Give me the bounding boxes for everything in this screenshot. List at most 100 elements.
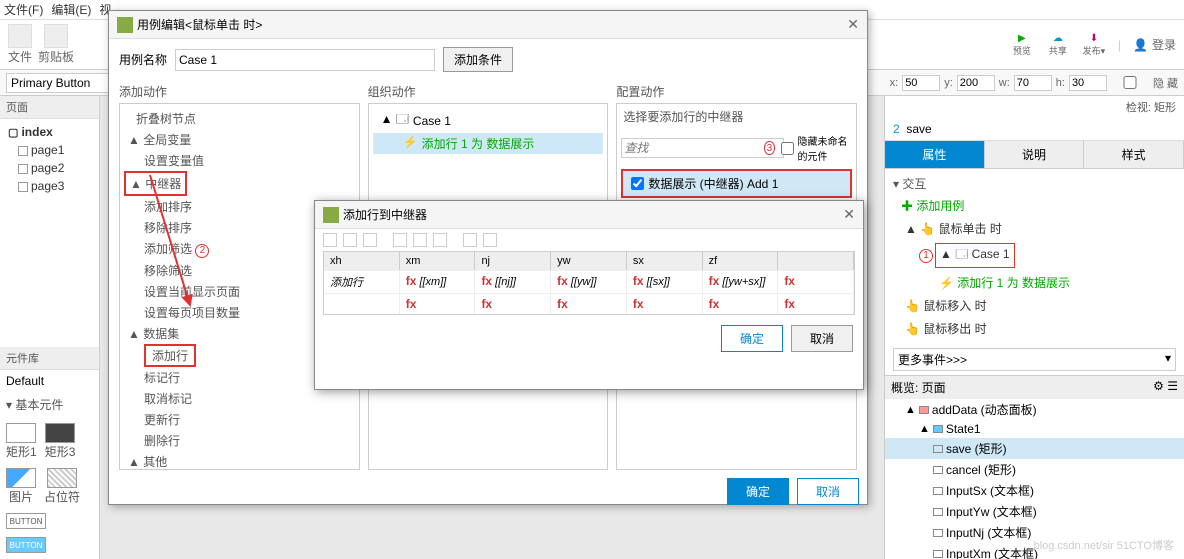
lib-header: 元件库	[0, 347, 99, 370]
page-3[interactable]: page3	[4, 177, 95, 195]
act-updrow[interactable]: 更新行	[124, 409, 355, 430]
cell-0-2[interactable]: fx [[nj]]	[475, 270, 551, 293]
grp-global[interactable]: ▲ 全局变量	[124, 129, 355, 150]
tab-notes[interactable]: 说明	[985, 141, 1085, 168]
cell-1-5[interactable]: fx	[703, 293, 779, 314]
inspector-label: 检视: 矩形	[885, 96, 1184, 118]
tb-clipboard[interactable]: 剪贴板	[38, 24, 74, 65]
event-mouseout[interactable]: 👆 鼠标移出 时	[893, 317, 1176, 340]
annotation-3: 3	[764, 141, 774, 155]
shape-button2[interactable]: BUTTON	[6, 537, 46, 553]
more-events[interactable]: 更多事件>>>▾	[893, 348, 1176, 371]
cell-0-4[interactable]: fx [[sx]]	[627, 270, 703, 293]
dialog-title: 用例编辑<鼠标单击 时>	[137, 16, 262, 33]
y-input[interactable]	[957, 75, 995, 91]
act-setvar[interactable]: 设置变量值	[124, 150, 355, 171]
dlg2-ok-button[interactable]: 确定	[721, 325, 783, 352]
shape-button[interactable]: BUTTON	[6, 513, 46, 529]
menu-file[interactable]: 文件(F)	[4, 1, 43, 18]
col-xh[interactable]: xh	[324, 252, 400, 270]
w-input[interactable]	[1014, 75, 1052, 91]
menu-edit[interactable]: 编辑(E)	[51, 1, 91, 18]
org-action[interactable]: ⚡添加行 1 为 数据展示	[373, 133, 604, 154]
ol-save[interactable]: save (矩形)	[885, 438, 1184, 459]
event-mousein[interactable]: 👆 鼠标移入 时	[893, 294, 1176, 317]
shape-rect3[interactable]: 矩形3	[45, 423, 76, 460]
case-name-input[interactable]	[175, 49, 435, 71]
dlg2-toolbar[interactable]	[315, 229, 863, 251]
cell-1-3[interactable]: fx	[551, 293, 627, 314]
tab-style[interactable]: 样式	[1084, 141, 1184, 168]
act-unmark[interactable]: 取消标记	[124, 388, 355, 409]
hide-checkbox[interactable]	[1111, 76, 1149, 89]
page-2[interactable]: page2	[4, 159, 95, 177]
cell-0-0[interactable]: 添加行	[324, 270, 400, 293]
cell-1-6[interactable]: fx	[778, 293, 854, 314]
tab-properties[interactable]: 属性	[885, 141, 985, 168]
col-nj[interactable]: nj	[475, 252, 551, 270]
share-button[interactable]: ☁共享	[1046, 33, 1070, 57]
act-delrow[interactable]: 删除行	[124, 430, 355, 451]
dlg2-grid[interactable]: xh xm nj yw sx zf 添加行 fx [[xm]] fx [[nj]…	[323, 251, 855, 315]
add-condition-button[interactable]: 添加条件	[443, 47, 513, 72]
annotation-2: 2	[195, 244, 209, 258]
ol-inputsx[interactable]: InputSx (文本框)	[885, 480, 1184, 501]
ol-adddata[interactable]: ▲ addData (动态面板)	[885, 399, 1184, 420]
dlg1-ok-button[interactable]: 确定	[727, 478, 789, 505]
cell-1-4[interactable]: fx	[627, 293, 703, 314]
event-click[interactable]: ▲ 👆 鼠标单击 时	[893, 217, 1176, 240]
shape-image[interactable]: 图片	[6, 468, 36, 505]
cell-0-1[interactable]: fx [[xm]]	[400, 270, 476, 293]
dlg2-title: 添加行到中继器	[343, 206, 427, 223]
annotation-1: 1	[919, 249, 933, 263]
act-collapse[interactable]: 折叠树节点	[124, 108, 355, 129]
login-button[interactable]: 👤登录	[1133, 36, 1176, 53]
add-row-dialog: 添加行到中继器 ✕ xh xm nj yw sx zf 添加行 fx [[xm]…	[314, 200, 864, 390]
col-zf[interactable]: zf	[703, 252, 779, 270]
shape-rect1[interactable]: 矩形1	[6, 423, 37, 460]
h-input[interactable]	[1069, 75, 1107, 91]
ol-inputyw[interactable]: InputYw (文本框)	[885, 501, 1184, 522]
grp-repeater[interactable]: ▲ 中继器	[124, 171, 187, 196]
action-addrow[interactable]: ⚡ 添加行 1 为 数据展示	[893, 271, 1176, 294]
lib-default[interactable]: Default	[0, 370, 99, 392]
conf-repeater-item[interactable]: 数据展示 (中继器) Add 1	[621, 169, 852, 198]
x-input[interactable]	[902, 75, 940, 91]
page-1[interactable]: page1	[4, 141, 95, 159]
col-yw[interactable]: yw	[551, 252, 627, 270]
widget-index: 2	[893, 122, 900, 136]
preview-button[interactable]: ▶预览	[1010, 33, 1034, 57]
org-case1[interactable]: ▲ 🗔 Case 1	[373, 108, 604, 133]
cell-1-0[interactable]	[324, 293, 400, 314]
conf-search-input[interactable]	[621, 138, 784, 158]
dlg2-close-icon[interactable]: ✕	[843, 206, 855, 223]
dlg1-cancel-button[interactable]: 取消	[797, 478, 859, 505]
outline-header: 概览: 页面	[891, 379, 946, 396]
act-addrow[interactable]: 添加行	[144, 344, 196, 367]
col-xm[interactable]: xm	[400, 252, 476, 270]
conf-item-checkbox[interactable]	[631, 177, 644, 190]
case-1[interactable]: ▲ 🗔 Case 1	[935, 243, 1015, 268]
lib-basic[interactable]: ▾ 基本元件	[0, 392, 99, 417]
tb-file[interactable]: 文件	[8, 24, 32, 65]
cell-1-1[interactable]: fx	[400, 293, 476, 314]
cell-0-5[interactable]: fx [[yw+sx]]	[703, 270, 779, 293]
hide-unnamed-checkbox[interactable]	[781, 142, 794, 155]
add-case-button[interactable]: ✚ 添加用例	[893, 194, 1176, 217]
cell-0-3[interactable]: fx [[yw]]	[551, 270, 627, 293]
publish-button[interactable]: ⬇发布▾	[1082, 33, 1106, 57]
col-organize: 组织动作	[368, 80, 609, 103]
outline-tools[interactable]: ⚙ ☰	[1153, 379, 1178, 396]
ol-cancel[interactable]: cancel (矩形)	[885, 459, 1184, 480]
ol-state1[interactable]: ▲ State1	[885, 420, 1184, 438]
dlg2-cancel-button[interactable]: 取消	[791, 325, 853, 352]
grp-other[interactable]: ▲ 其他	[124, 451, 355, 471]
cell-0-6[interactable]: fx	[778, 270, 854, 293]
cell-1-2[interactable]: fx	[475, 293, 551, 314]
page-index[interactable]: ▢ index	[4, 123, 95, 141]
shape-placeholder[interactable]: 占位符	[44, 468, 80, 505]
col-sx[interactable]: sx	[627, 252, 703, 270]
close-icon[interactable]: ✕	[847, 16, 859, 33]
col-blank[interactable]	[778, 252, 854, 270]
watermark: blog.csdn.net/sir 51CTO博客	[1034, 537, 1174, 553]
